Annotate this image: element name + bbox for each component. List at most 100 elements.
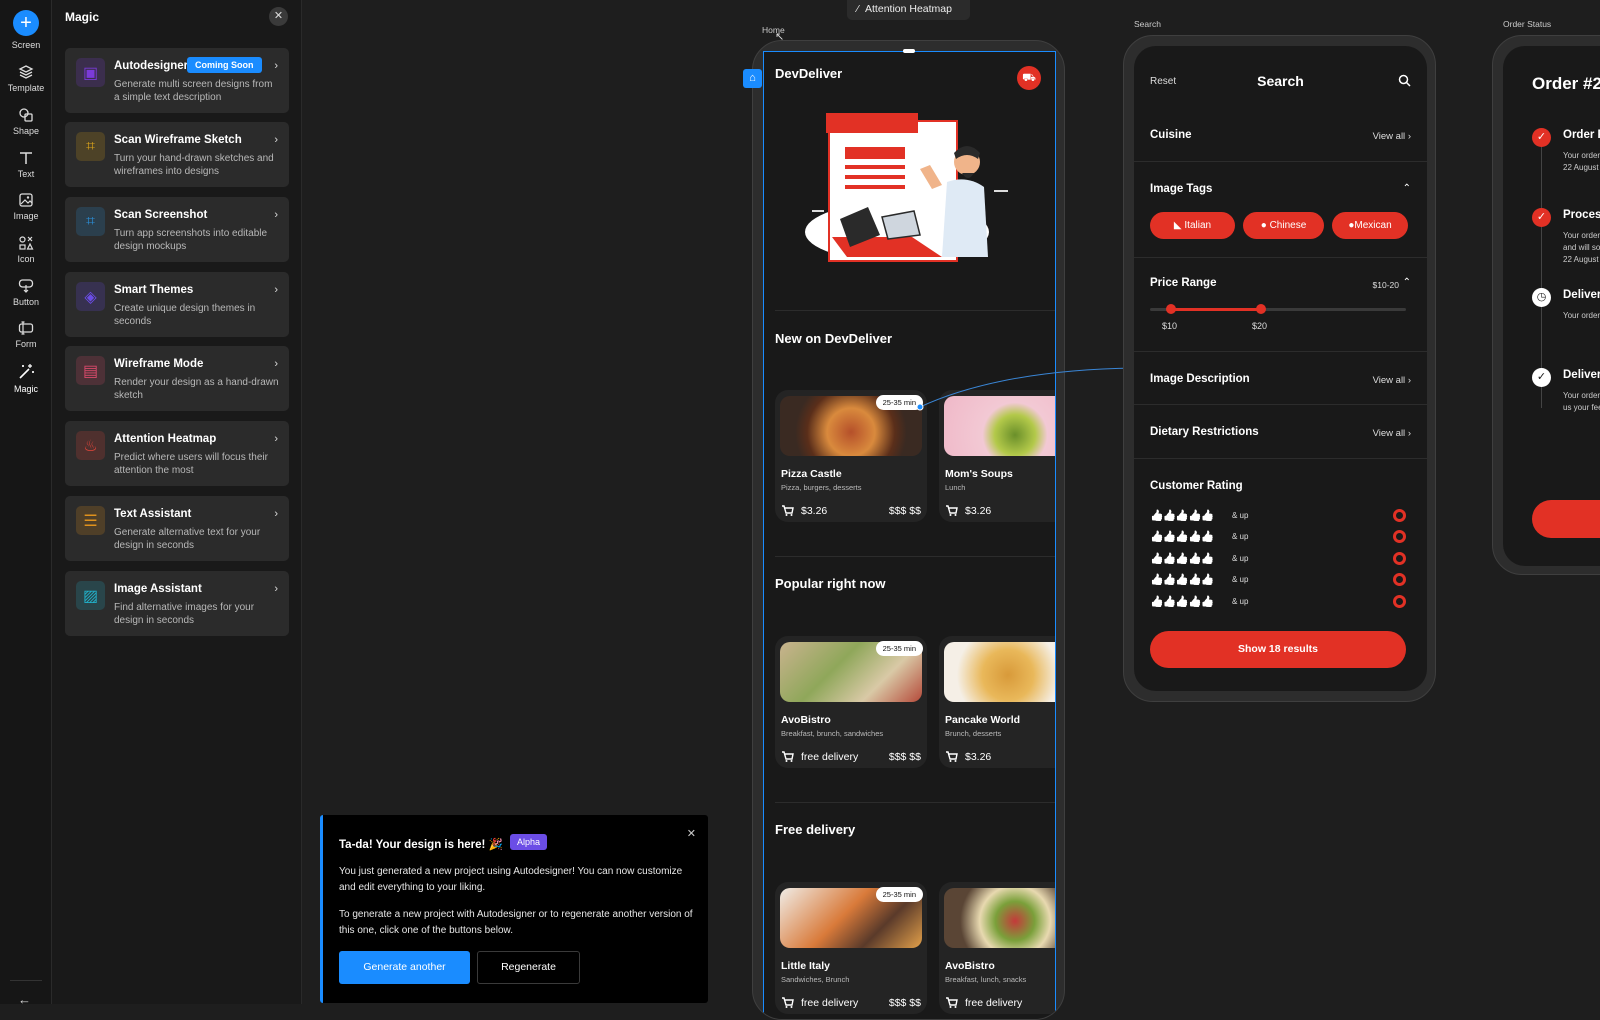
cuisine-view-all[interactable]: View all › [1373,131,1411,142]
restaurant-category: Lunch [945,483,966,492]
rail-screen[interactable]: + Screen [0,10,52,50]
rating-option[interactable]: 👍👍👍👍👍 & up [1150,595,1406,609]
rating-radio[interactable] [1393,530,1406,543]
attention-heatmap-pill[interactable]: ⁄ Attention Heatmap [847,0,970,20]
rail-text-label: Text [17,169,35,179]
delivery-price: free delivery [801,751,859,763]
home-screen[interactable]: DevDeliver ⛟ New on DevDeliver 25-35 min… [763,51,1056,1019]
restaurant-name: Pancake World [945,714,1021,726]
divider [775,802,1055,803]
rating-up-label: & up [1232,554,1249,563]
layers-icon [18,65,34,79]
magic-tool-glyph: ▤ [82,362,99,380]
image-tags-label: Image Tags [1150,183,1213,195]
rating-radio[interactable] [1393,595,1406,608]
rating-option[interactable]: 👍👍👍👍👍 & up [1150,509,1406,523]
magic-wand-icon: ⁄ [857,4,859,15]
rail-magic[interactable]: Magic [0,363,52,394]
rail-icon[interactable]: Icon [0,235,52,264]
magic-card-7[interactable]: ▨ Image Assistant Find alternative images … [65,571,289,636]
home-icon[interactable]: ⌂ [743,69,762,88]
rail-image[interactable]: Image [0,192,52,221]
rating-radio[interactable] [1393,573,1406,586]
home-phone-frame: DevDeliver ⛟ New on DevDeliver 25-35 min… [752,40,1065,1020]
generate-another-button[interactable]: Generate another [339,951,470,984]
show-results-button[interactable]: Show 18 results [1150,631,1406,668]
close-icon[interactable]: ✕ [269,7,288,26]
tag-chinese[interactable]: ● Chinese [1243,212,1324,239]
magic-card-2[interactable]: ⌗ Scan Screenshot Turn app screenshots int… [65,197,289,262]
rail-button[interactable]: Button [0,278,52,307]
rail-form[interactable]: Form [0,320,52,349]
close-icon[interactable]: ✕ [687,827,696,840]
card-description: Turn your hand-drawn sketches and wirefr… [114,153,274,177]
rail-shape[interactable]: Shape [0,107,52,136]
rating-option[interactable]: 👍👍👍👍👍 & up [1150,573,1406,587]
magic-card-5[interactable]: ♨ Attention Heatmap Predict where users wi… [65,421,289,486]
magic-tool-icon: ☰ [76,506,105,535]
tag-label: Mexican [1354,220,1392,231]
thumbs-up-icon: 👍👍👍👍👍 [1150,574,1214,586]
restaurant-card[interactable]: 25AvoBistroBreakfast, lunch, snacksfree … [939,882,1055,1014]
tag-label: Italian [1184,220,1212,231]
pizza-icon: ◣ [1173,220,1182,231]
rail-icon-label: Icon [17,254,35,264]
frame-label-order[interactable]: Order Status [1503,19,1551,29]
delivery-truck-icon[interactable]: ⛟ [1017,66,1041,90]
toast-title: Ta-da! Your design is here! 🎉 [339,839,503,851]
rail-text[interactable]: Text [0,150,52,179]
section-title: Free delivery [775,822,856,837]
magic-card-6[interactable]: ☰ Text Assistant Generate alternative text… [65,496,289,561]
rating-option[interactable]: 👍👍👍👍👍 & up [1150,530,1406,544]
order-screen[interactable]: Order #22 ✓ Order Pla Your order # 22 Augus… [1503,46,1600,566]
restaurant-category: Pizza, burgers, desserts [781,483,862,492]
view-all-label: View all [1372,428,1406,439]
clock-icon: ◷ [1532,288,1551,307]
prototype-connector [916,367,1136,411]
bowl-icon: ● [1260,220,1267,231]
frame-label-search[interactable]: Search [1134,19,1161,29]
restaurant-category: Breakfast, brunch, sandwiches [781,729,884,738]
rating-option[interactable]: 👍👍👍👍👍 & up [1150,552,1406,566]
chevron-right-icon: › [1407,428,1411,439]
hero-illustration [805,113,1008,262]
restaurant-card[interactable]: 25-35 min AvoBistro Breakfast, brunch, san… [775,636,927,768]
restaurant-card[interactable]: 25-35 min Little Italy Sandwiches, Brunch f… [775,882,927,1014]
magic-tool-icon: ◈ [76,282,105,311]
magic-tool-glyph: ▨ [82,587,99,605]
magic-card-3[interactable]: ◈ Smart Themes Create unique design themes… [65,272,289,337]
tag-italian[interactable]: ◣ Italian [1150,212,1235,239]
dietary-view-all[interactable]: View all › [1373,428,1411,439]
regenerate-button[interactable]: Regenerate [477,951,580,984]
chevron-up-icon[interactable]: ⌃ [1403,277,1411,288]
tag-mexican[interactable]: ●Mexican [1332,212,1408,239]
check-icon: ✓ [1532,128,1551,147]
rating-radio[interactable] [1393,552,1406,565]
rail-button-label: Button [12,297,40,307]
rail-template[interactable]: Template [0,64,52,93]
delivery-price: free delivery [801,997,859,1009]
order-action-button[interactable] [1532,500,1600,538]
chevron-up-icon[interactable]: ⌃ [1403,183,1411,194]
search-screen[interactable]: Reset Search Cuisine View all › Image Ta… [1134,46,1427,691]
rating-radio[interactable] [1393,509,1406,522]
image-icon [19,193,33,207]
arrow-left-icon[interactable]: ← [18,992,31,1007]
price-slider-min-handle[interactable] [1166,304,1176,314]
panel-title: Magic [65,10,100,24]
magic-card-0[interactable]: ▣ Autodesigner Coming Soon Generate multi s… [65,48,289,113]
rail-form-label: Form [15,339,37,349]
restaurant-card[interactable]: 25Pancake WorldBrunch, desserts$3.26 [939,636,1055,768]
magic-card-4[interactable]: ▤ Wireframe Mode Render your design as a h… [65,346,289,411]
search-icon[interactable] [1398,74,1411,87]
rail-image-label: Image [13,211,39,221]
image-description-view-all[interactable]: View all › [1373,375,1411,386]
magic-card-1[interactable]: ⌗ Scan Wireframe Sketch Turn your hand-dra… [65,122,289,187]
section-title: Popular right now [775,576,886,591]
price-slider-max-handle[interactable] [1256,304,1266,314]
magic-tool-glyph: ▣ [82,64,99,82]
dietary-label: Dietary Restrictions [1150,426,1259,438]
tag-label: Chinese [1269,220,1307,231]
price-max-label: $20 [1252,321,1268,331]
card-title: Text Assistant [114,508,192,520]
